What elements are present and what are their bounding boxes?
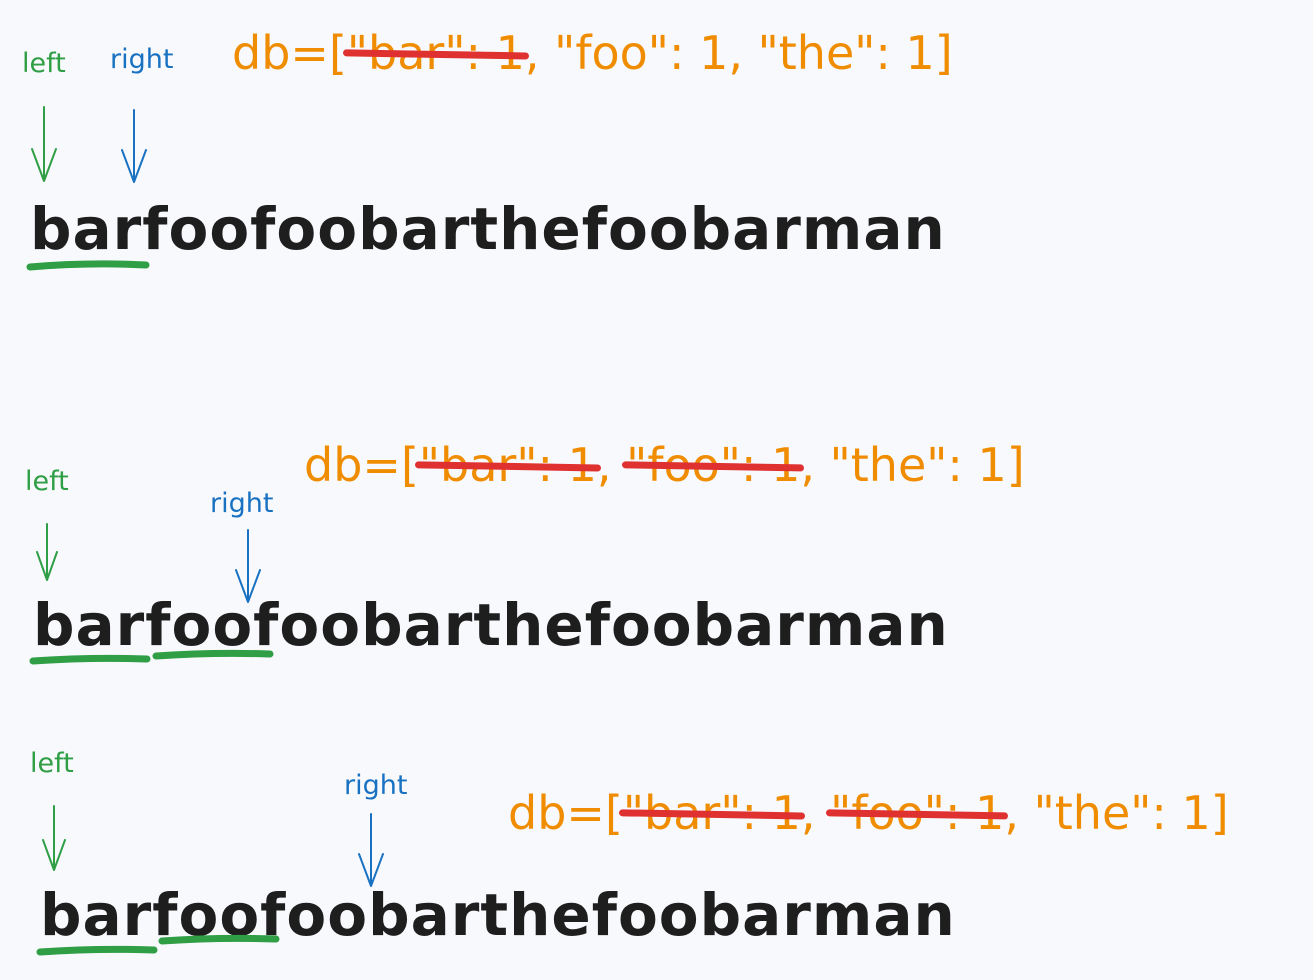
db-prefix: db=[	[508, 786, 623, 840]
db-entry-foo: "foo": 1	[554, 26, 729, 80]
db-dictionary: db=["bar": 1, "foo": 1, "the": 1]	[508, 790, 1229, 836]
db-entry-bar: "bar": 1	[346, 26, 525, 80]
db-separator: ,	[728, 26, 758, 80]
step-3-panel: left right db=["bar": 1, "foo": 1, "the"…	[0, 720, 1313, 980]
db-entry-bar: "bar": 1	[622, 786, 801, 840]
input-string: barfoofoobarthefoobarman	[33, 591, 949, 659]
left-pointer-arrow-icon	[31, 106, 57, 182]
db-dictionary: db=["bar": 1, "foo": 1, "the": 1]	[232, 30, 953, 76]
db-entry-the: "the": 1	[757, 26, 935, 80]
db-separator: ,	[1004, 786, 1034, 840]
db-entry-foo: "foo": 1	[830, 786, 1005, 840]
underline-bar	[29, 654, 151, 665]
db-separator: ,	[800, 438, 830, 492]
underline-bar	[26, 260, 150, 271]
db-suffix: ]	[1210, 786, 1229, 840]
db-suffix: ]	[1006, 438, 1025, 492]
right-pointer-label: right	[344, 770, 408, 801]
db-entry-the: "the": 1	[829, 438, 1007, 492]
right-pointer-label: right	[210, 488, 274, 519]
db-prefix: db=[	[232, 26, 347, 80]
db-prefix: db=[	[304, 438, 419, 492]
right-pointer-arrow-icon	[121, 109, 147, 183]
left-pointer-label: left	[25, 466, 69, 497]
left-pointer-arrow-icon	[42, 805, 66, 871]
underline-foo	[152, 649, 274, 660]
left-pointer-arrow-icon	[36, 523, 58, 581]
underline-foo	[158, 934, 280, 945]
db-entry-foo: "foo": 1	[626, 438, 801, 492]
step-1-panel: left right db=["bar": 1, "foo": 1, "the"…	[0, 0, 1313, 320]
db-entry-the: "the": 1	[1033, 786, 1211, 840]
right-pointer-label: right	[110, 44, 174, 75]
underline-bar	[36, 945, 158, 956]
db-separator: ,	[524, 26, 555, 80]
db-dictionary: db=["bar": 1, "foo": 1, "the": 1]	[304, 442, 1025, 488]
step-2-panel: left right db=["bar": 1, "foo": 1, "the"…	[0, 420, 1313, 680]
input-string: barfoofoobarthefoobarman	[30, 195, 946, 263]
left-pointer-label: left	[22, 48, 66, 79]
left-pointer-label: left	[30, 748, 74, 779]
db-suffix: ]	[934, 26, 953, 80]
right-pointer-arrow-icon	[358, 813, 384, 887]
db-entry-bar: "bar": 1	[418, 438, 597, 492]
